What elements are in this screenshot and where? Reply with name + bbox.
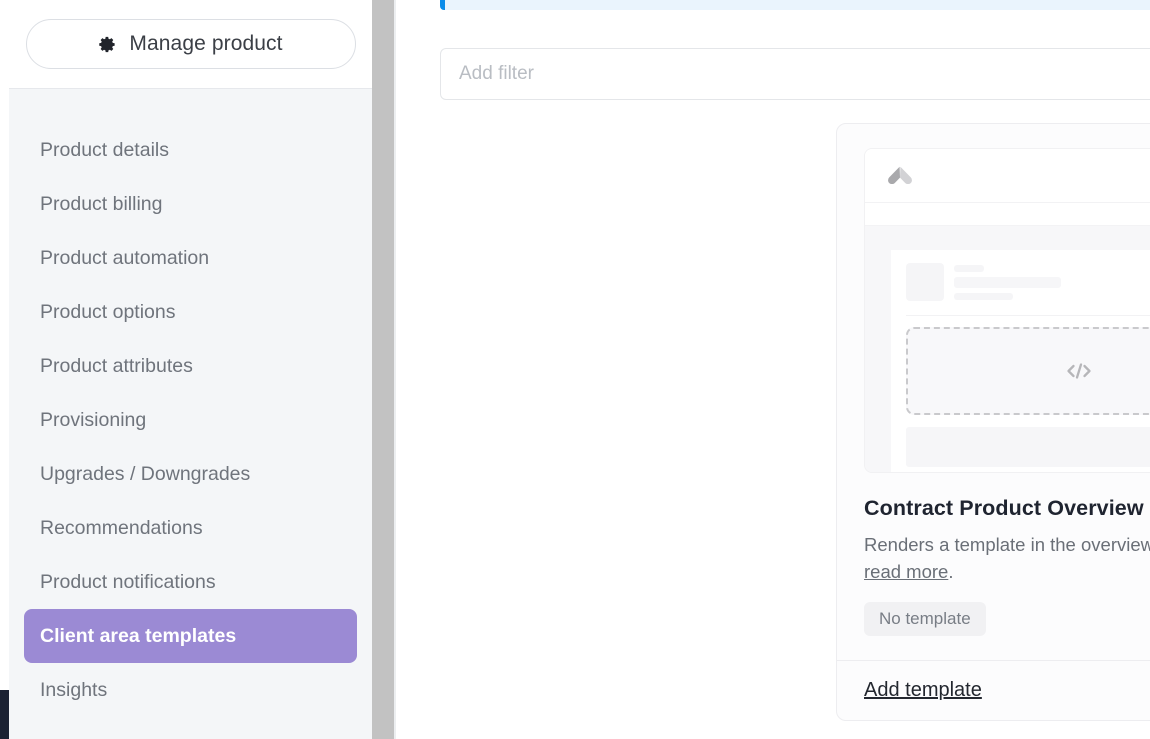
add-template-row[interactable]: Add template (837, 660, 1150, 720)
gear-icon (98, 35, 117, 54)
sidebar-item-client-area-templates[interactable]: Client area templates (24, 609, 357, 663)
sidebar-item-label: Upgrades / Downgrades (40, 462, 251, 485)
preview-skeleton-line (954, 293, 1013, 300)
sidebar-item-label: Insights (40, 678, 108, 701)
sidebar-item-label: Product billing (40, 192, 163, 215)
sidebar-item-product-options[interactable]: Product options (24, 285, 357, 339)
preview-code-dropzone (906, 327, 1150, 415)
preview-divider (906, 315, 1150, 316)
sidebar-item-product-billing[interactable]: Product billing (24, 177, 357, 231)
info-banner-accent (440, 0, 445, 10)
template-description: Renders a template in the overview secti… (864, 531, 1150, 585)
template-card: Contract Product Overview Renders a temp… (836, 123, 1150, 721)
scrollbar-track-edge (394, 0, 396, 739)
code-icon (1066, 361, 1092, 381)
sidebar-item-upgrades-downgrades[interactable]: Upgrades / Downgrades (24, 447, 357, 501)
sidebar-item-provisioning[interactable]: Provisioning (24, 393, 357, 447)
preview-body (865, 226, 1150, 472)
sidebar-item-label: Product notifications (40, 570, 216, 593)
app-root: Manage product Product details Product b… (0, 0, 1150, 739)
preview-skeleton-row (906, 263, 1150, 301)
template-preview-thumbnail (864, 148, 1150, 473)
read-more-link[interactable]: read more (864, 561, 948, 582)
left-edge-panel (0, 0, 9, 690)
scrollbar-thumb[interactable] (372, 0, 394, 739)
sidebar-nav: Product details Product billing Product … (9, 89, 372, 717)
status-badge: No template (864, 602, 986, 636)
preview-panel (891, 250, 1150, 472)
info-banner (440, 0, 1150, 10)
sidebar: Manage product Product details Product b… (9, 0, 372, 739)
sidebar-item-insights[interactable]: Insights (24, 663, 357, 717)
preview-skeleton-lines (954, 263, 1061, 301)
preview-skeleton-square (906, 263, 944, 301)
template-title: Contract Product Overview (864, 496, 1144, 520)
manage-product-label: Manage product (129, 32, 283, 55)
sidebar-item-product-attributes[interactable]: Product attributes (24, 339, 357, 393)
sidebar-item-label: Product details (40, 138, 169, 161)
sidebar-scrollbar[interactable] (372, 0, 396, 739)
sidebar-item-product-automation[interactable]: Product automation (24, 231, 357, 285)
manage-product-button[interactable]: Manage product (25, 19, 356, 69)
sidebar-item-label: Client area templates (40, 624, 237, 647)
sidebar-item-label: Product automation (40, 246, 210, 269)
preview-skeleton-line (954, 265, 984, 272)
sidebar-header: Manage product (9, 0, 372, 89)
sidebar-item-product-details[interactable]: Product details (24, 123, 357, 177)
description-period: . (948, 561, 954, 582)
template-card-body: Contract Product Overview Renders a temp… (864, 496, 1150, 636)
preview-skeleton-line (954, 277, 1061, 288)
template-description-text: Renders a template in the overview secti… (864, 534, 1150, 555)
sidebar-item-label: Recommendations (40, 516, 203, 539)
preview-header (865, 149, 1150, 203)
preview-navbar (865, 203, 1150, 226)
preview-skeleton-block (906, 427, 1150, 467)
left-edge-dark-panel (0, 690, 9, 739)
sidebar-item-label: Product options (40, 300, 176, 323)
sidebar-item-label: Provisioning (40, 408, 147, 431)
sidebar-item-recommendations[interactable]: Recommendations (24, 501, 357, 555)
main-content: Contract Product Overview Renders a temp… (396, 0, 1150, 739)
sidebar-item-label: Product attributes (40, 354, 193, 377)
add-filter-input[interactable] (440, 48, 1150, 100)
add-template-link[interactable]: Add template (864, 679, 982, 702)
sidebar-item-product-notifications[interactable]: Product notifications (24, 555, 357, 609)
